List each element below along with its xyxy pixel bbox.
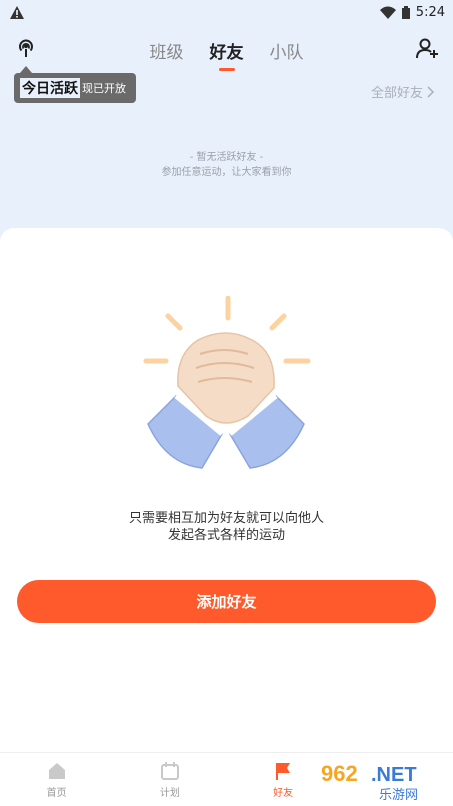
svg-text:乐游网: 乐游网 (379, 788, 418, 803)
wifi-icon (379, 6, 396, 19)
add-friend-icon[interactable] (415, 36, 439, 60)
nav-home-label: 首页 (46, 787, 67, 799)
active-today-tooltip[interactable]: 今日活跃 现已开放 (14, 66, 136, 103)
handshake-illustration (143, 296, 311, 469)
all-friends-link[interactable]: 全部好友 (371, 82, 435, 101)
flag-icon (276, 762, 291, 780)
nav-plan-label: 计划 (159, 787, 180, 799)
tab-bar: 班级 好友 小队 (0, 38, 453, 63)
status-bar: 5:24 (0, 0, 453, 24)
tab-class[interactable]: 班级 (150, 38, 184, 63)
empty-state-title: - 暂无活跃好友 - (189, 152, 264, 163)
home-icon (48, 762, 65, 779)
status-time: 5:24 (415, 4, 445, 20)
watermark-logo: 962 .NET 乐游网 (315, 757, 447, 803)
tab-friends[interactable]: 好友 (210, 38, 244, 63)
card-description-line1: 只需要相互加为好友就可以向他人 (128, 511, 324, 526)
card-description: 只需要相互加为好友就可以向他人 发起各式各样的运动 (0, 510, 453, 544)
empty-state: - 暂无活跃好友 - 参加任意运动，让大家看到你 (0, 150, 453, 180)
chevron-right-icon (427, 85, 435, 98)
svg-text:962: 962 (321, 761, 358, 786)
warning-icon (10, 5, 24, 19)
add-friend-card: 只需要相互加为好友就可以向他人 发起各式各样的运动 添加好友 (0, 228, 453, 752)
calendar-icon (160, 761, 179, 780)
nav-friends-label: 好友 (273, 787, 294, 799)
tab-squad[interactable]: 小队 (270, 38, 304, 63)
svg-text:.NET: .NET (371, 764, 417, 786)
top-nav: 班级 好友 小队 (0, 32, 453, 68)
add-friend-button[interactable]: 添加好友 (17, 580, 436, 623)
nav-home[interactable]: 首页 (0, 753, 113, 806)
battery-icon (401, 5, 410, 19)
card-description-line2: 发起各式各样的运动 (167, 528, 285, 543)
empty-state-subtitle: 参加任意运动，让大家看到你 (161, 167, 292, 178)
tooltip-title: 今日活跃 (20, 78, 80, 98)
all-friends-label: 全部好友 (370, 86, 423, 101)
nav-plan[interactable]: 计划 (113, 753, 226, 806)
tooltip-text: 现已开放 (82, 82, 126, 95)
